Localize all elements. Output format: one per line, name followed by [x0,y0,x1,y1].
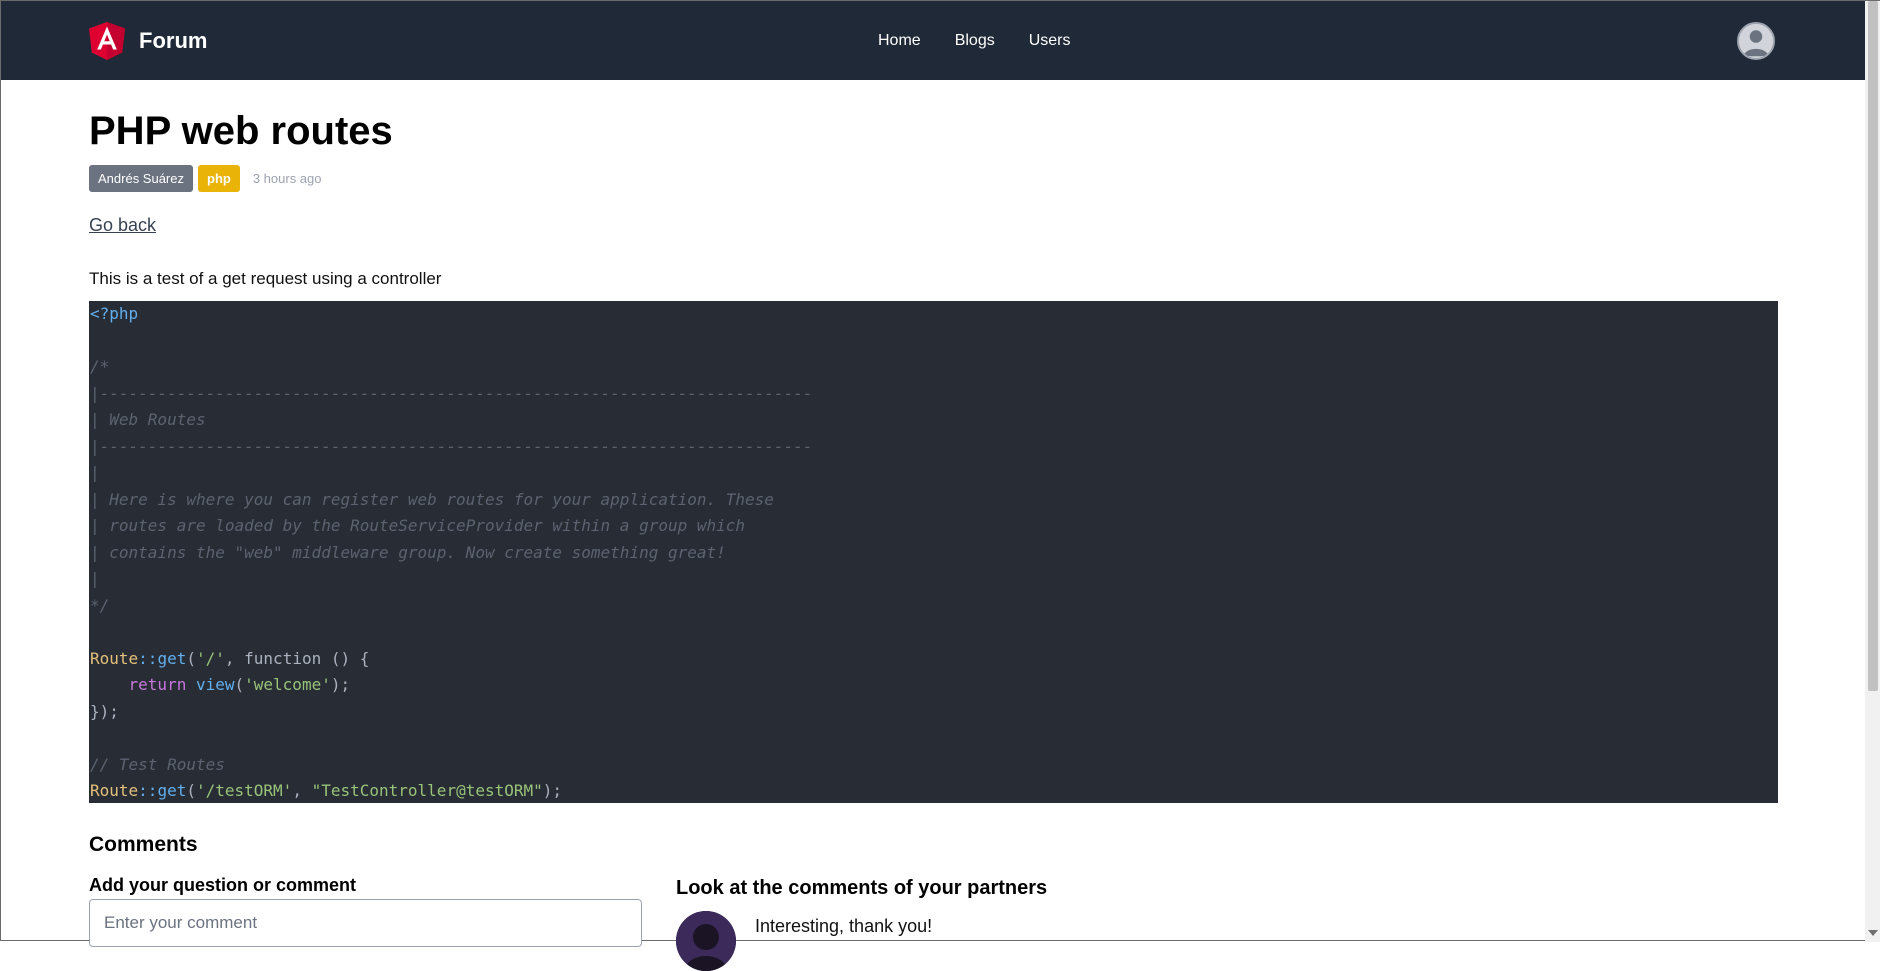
code-line: | contains the "web" middleware group. N… [90,542,726,562]
post-timestamp: 3 hours ago [252,171,322,186]
code-line: <?php [90,304,139,323]
code-line: | routes are loaded by the RouteServiceP… [90,516,746,535]
page-title: PHP web routes [89,109,393,153]
code-line: | [90,569,100,588]
user-avatar-button[interactable] [1737,22,1775,60]
code-block: <?php /* |--------------------------------… [89,301,1778,803]
comments-heading: Comments [89,833,198,856]
angular-logo-icon [89,22,125,60]
comment-text: Interesting, thank you! [755,916,933,936]
code-line: Route::get('/', function () { [90,648,370,668]
tag-badge: php [198,165,240,192]
user-avatar-icon [1739,24,1773,58]
partners-comments-heading: Look at the comments of your partners [676,877,1048,899]
author-badge: Andrés Suárez [89,165,193,192]
comment-input[interactable] [89,899,642,947]
code-line: | [90,463,100,482]
page-scrollbar[interactable] [1865,1,1880,942]
code-line: |---------------------------------------… [90,436,813,456]
code-line: |---------------------------------------… [90,383,813,403]
top-navbar: Forum Home Blogs Users [1,1,1865,80]
main-nav: Home Blogs Users [861,1,1088,80]
code-line: | Here is where you can register web rou… [90,489,774,509]
code-line: | Web Routes [90,410,206,429]
brand-link[interactable]: Forum [89,22,207,60]
nav-link-blogs[interactable]: Blogs [938,32,1012,50]
code-line: return view('welcome'); [128,675,351,694]
brand-name: Forum [139,28,208,53]
add-comment-label: Add your question or comment [89,875,357,895]
scrollbar-thumb[interactable] [1868,1,1878,691]
nav-link-users[interactable]: Users [1012,32,1088,50]
nav-link-home[interactable]: Home [861,32,938,50]
commenter-avatar-icon [676,911,736,971]
code-line: // Test Routes [90,754,225,774]
scroll-down-arrow-icon[interactable] [1868,930,1878,936]
code-line: }); [90,701,119,721]
go-back-link[interactable]: Go back [89,215,156,236]
post-description: This is a test of a get request using a … [89,269,442,288]
code-line: Route::get('/testORM', "TestController@t… [90,781,563,800]
code-line: */ [90,595,110,615]
post-meta: Andrés Suárez php 3 hours ago [89,165,322,192]
code-line: /* [90,357,110,376]
commenter-avatar [676,911,736,971]
